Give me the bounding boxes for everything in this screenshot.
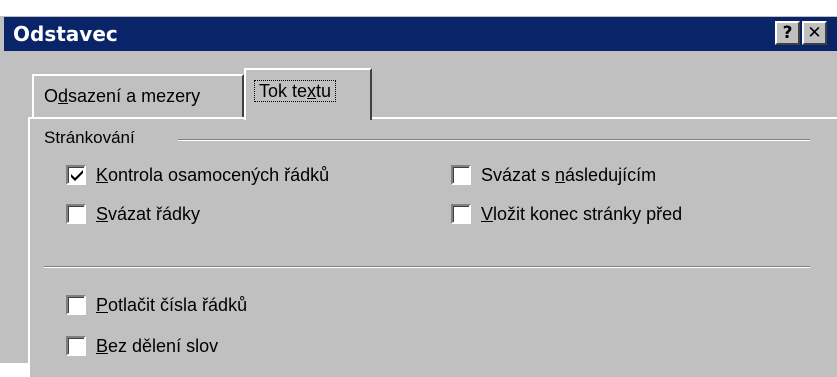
dialog-title: Odstavec [13,22,118,46]
checkbox[interactable] [66,204,86,224]
section-divider [44,266,810,268]
checkbox-label: Kontrola osamocených řádků [96,164,330,185]
checkbox-keep-lines-together[interactable]: Svázat řádky [66,202,200,226]
pagination-group-label: Stránkování [44,128,141,148]
checkbox-label: Potlačit čísla řádků [96,294,248,315]
help-button[interactable]: ? [775,21,800,45]
checkbox-label: Svázat s následujícím [481,164,657,185]
tab-text-flow[interactable]: Tok textu [244,68,372,120]
checkbox-label: Vložit konec stránky před [481,203,683,224]
close-button[interactable]: ✕ [802,21,827,45]
checkbox[interactable] [66,165,86,185]
checkbox-label: Svázat řádky [96,203,201,224]
checkmark-icon [71,170,83,181]
checkbox-keep-with-next[interactable]: Svázat s následujícím [451,163,656,187]
top-strip [0,0,837,16]
paragraph-dialog: Odstavec ? ✕ Odsazení a mezery Tok textu… [0,0,837,377]
checkbox-no-hyphenation[interactable]: Bez dělení slov [66,334,218,358]
checkbox[interactable] [451,204,471,224]
group-divider [178,139,810,141]
checkbox[interactable] [66,336,86,356]
checkbox-widow-orphan-control[interactable]: Kontrola osamocených řádků [66,163,329,187]
checkbox-page-break-before[interactable]: Vložit konec stránky před [451,202,682,226]
tab-label: Odsazení a mezery [44,86,201,106]
tab-indents-spacing[interactable]: Odsazení a mezery [32,74,244,118]
checkbox[interactable] [66,295,86,315]
checkbox-label: Bez dělení slov [96,335,219,356]
checkbox[interactable] [451,165,471,185]
title-bar[interactable]: Odstavec ? ✕ [4,17,837,51]
checkbox-suppress-line-numbers[interactable]: Potlačit čísla řádků [66,293,247,317]
close-icon: ✕ [807,23,822,43]
tab-label: Tok textu [254,80,337,102]
